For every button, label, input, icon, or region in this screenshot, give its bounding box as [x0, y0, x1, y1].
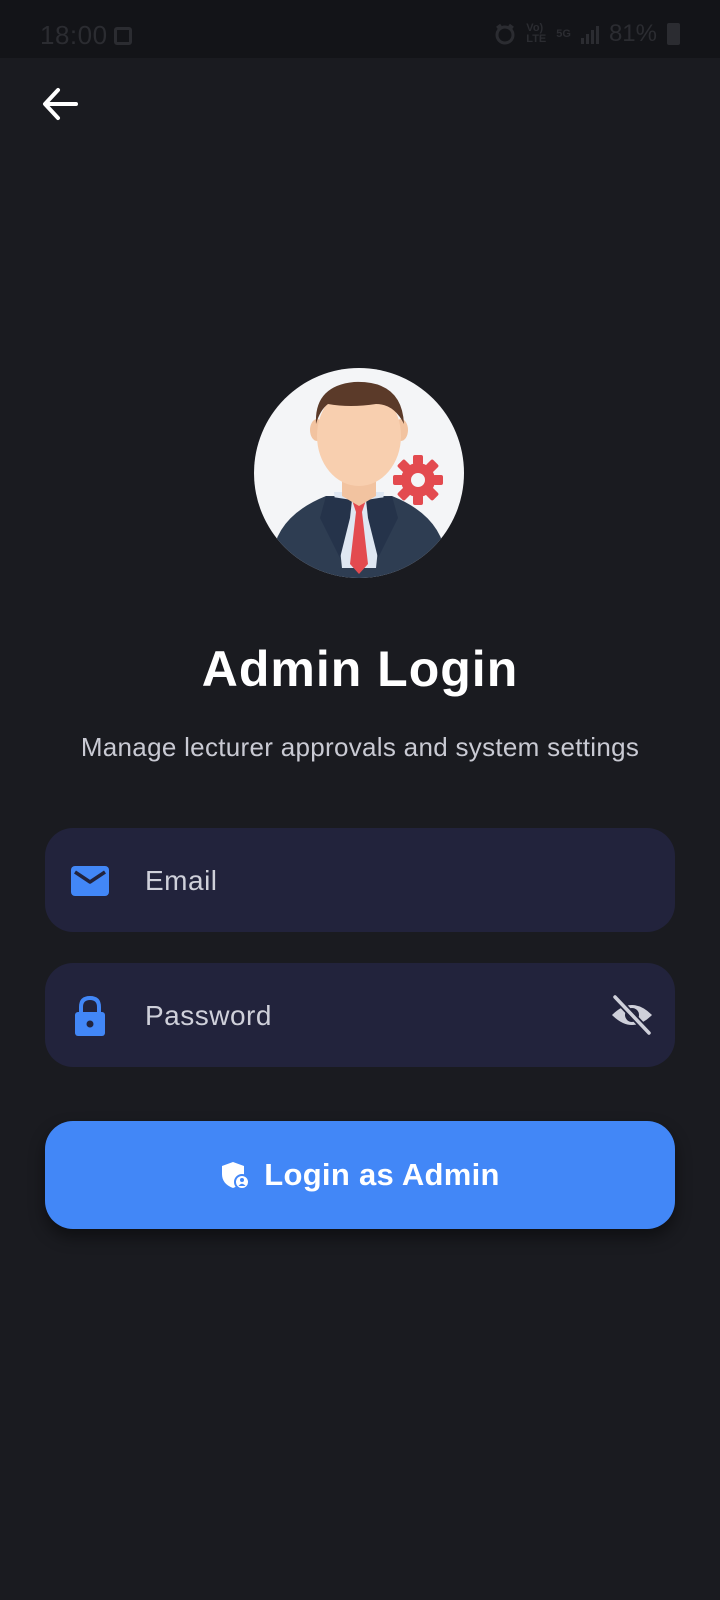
page-subtitle: Manage lecturer approvals and system set…: [80, 732, 640, 762]
page-title: Admin Login: [201, 641, 519, 697]
signal-strength-icon: [580, 24, 599, 44]
password-visibility-toggle[interactable]: [609, 993, 655, 1037]
back-button[interactable]: [30, 76, 90, 132]
arrow-left-icon: [43, 88, 78, 120]
password-field[interactable]: [45, 963, 675, 1069]
email-input[interactable]: [143, 828, 567, 934]
admin-avatar-icon: [272, 381, 446, 578]
password-input[interactable]: [143, 963, 567, 1069]
alarm-icon: [495, 23, 515, 45]
email-field[interactable]: [45, 828, 675, 934]
admin-avatar: [254, 368, 464, 578]
network-5g-indicator: 5G: [556, 27, 571, 40]
gallery-notification-icon: [114, 27, 132, 45]
lte-label: LTE: [526, 33, 547, 45]
battery-percent: 81%: [608, 20, 657, 47]
mail-icon: [71, 866, 109, 896]
status-bar: 18:00 Vo) LTE 5G 81%: [0, 0, 720, 58]
lock-icon: [75, 995, 105, 1036]
admin-shield-icon: [222, 1162, 251, 1190]
battery-icon: [667, 23, 680, 45]
status-time: 18:00: [40, 20, 108, 50]
login-as-admin-button[interactable]: Login as Admin: [45, 1121, 675, 1229]
login-button-label: Login as Admin: [264, 1157, 500, 1192]
volte-indicator: Vo) LTE: [526, 23, 546, 45]
eye-off-icon: [611, 993, 653, 1037]
status-icons: Vo) LTE 5G 81%: [494, 20, 680, 48]
